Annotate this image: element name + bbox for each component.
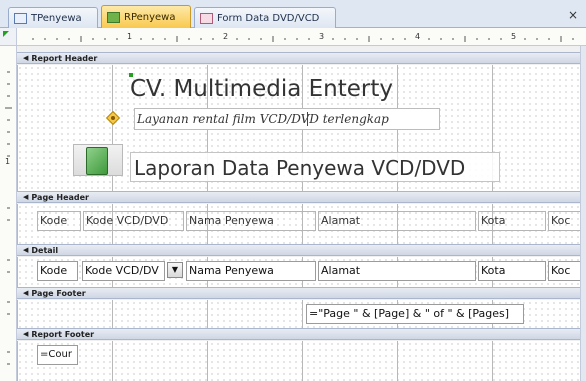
field-kota[interactable]: Kota — [478, 261, 546, 281]
section-bar-page-footer[interactable]: ◀ Page Footer — [17, 287, 586, 299]
page-number-expression[interactable]: ="Page " & [Page] & " of " & [Pages] — [306, 304, 524, 324]
chevron-down-icon[interactable]: ▼ — [167, 262, 183, 278]
header-label-kota[interactable]: Kota — [478, 211, 546, 231]
tab-rpenyewa[interactable]: RPenyewa — [101, 5, 191, 28]
header-label-kode-vcd-dvd[interactable]: Kode VCD/DVD — [83, 211, 184, 231]
vertical-scrollbar[interactable] — [580, 46, 586, 381]
ruler-number: 3 — [319, 32, 325, 41]
document-tabs: TPenyewa RPenyewa Form Data DVD/VCD × — [0, 0, 586, 28]
field-alamat[interactable]: Alamat — [318, 261, 476, 281]
ruler-number: 2 — [223, 32, 229, 41]
section-arrow-icon: ◀ — [23, 193, 29, 201]
close-icon[interactable]: × — [566, 8, 580, 22]
section-bar-report-header[interactable]: ◀ Report Header — [17, 52, 586, 64]
section-label: Report Header — [31, 53, 98, 63]
page-header-section[interactable]: Kode Kode VCD/DVD Nama Penyewa Alamat Ko… — [17, 204, 586, 244]
layout-diamond-icon[interactable] — [105, 110, 121, 126]
form-icon — [200, 12, 213, 24]
section-label: Detail — [31, 245, 59, 255]
logo-icon — [86, 147, 108, 175]
section-bar-report-footer[interactable]: ◀ Report Footer — [17, 328, 586, 340]
header-label-alamat[interactable]: Alamat — [318, 211, 476, 231]
tab-label: RPenyewa — [124, 11, 176, 23]
section-bar-page-header[interactable]: ◀ Page Header — [17, 191, 586, 203]
table-icon — [14, 12, 27, 24]
text-cursor-icon — [307, 112, 308, 126]
report-subtitle-label[interactable]: Layanan rental film VCD/DVD terlengkap — [134, 108, 440, 130]
report-heading-label[interactable]: Laporan Data Penyewa VCD/DVD — [130, 152, 500, 182]
horizontal-ruler: 1 2 3 4 5 — [17, 28, 586, 46]
tab-form-data-dvd-vcd[interactable]: Form Data DVD/VCD — [194, 7, 336, 28]
report-header-section[interactable]: CV. Multimedia Enterty Layanan rental fi… — [17, 65, 586, 191]
tab-label: Form Data DVD/VCD — [217, 12, 320, 24]
tab-tpenyewa[interactable]: TPenyewa — [8, 7, 98, 28]
report-design-surface[interactable]: ◀ Report Header CV. Multimedia Enterty L… — [17, 46, 586, 381]
report-icon — [107, 11, 120, 23]
field-nama-penyewa[interactable]: Nama Penyewa — [186, 261, 316, 281]
page-footer-section[interactable]: ="Page " & [Page] & " of " & [Pages] — [17, 300, 586, 328]
detail-section[interactable]: Kode Kode VCD/DV ▼ Nama Penyewa Alamat K… — [17, 257, 586, 287]
ruler-ticks — [32, 36, 574, 42]
section-bar-detail[interactable]: ◀ Detail — [17, 244, 586, 256]
tab-label: TPenyewa — [31, 12, 82, 24]
ruler-number: 5 — [511, 32, 517, 41]
section-arrow-icon: ◀ — [23, 289, 29, 297]
section-label: Report Footer — [31, 329, 95, 339]
section-label: Page Header — [31, 192, 89, 202]
report-title-label[interactable]: CV. Multimedia Enterty — [130, 74, 434, 104]
section-label: Page Footer — [31, 288, 86, 298]
header-label-kode[interactable]: Kode — [37, 211, 81, 231]
vruler-ticks — [5, 71, 12, 365]
vertical-ruler: 1 — [0, 46, 17, 381]
ruler-number: 1 — [127, 32, 133, 41]
section-arrow-icon: ◀ — [23, 54, 29, 62]
section-arrow-icon: ◀ — [23, 246, 29, 254]
diamond-dot — [111, 116, 115, 120]
ruler-number: 1 — [5, 157, 11, 166]
report-logo-image[interactable] — [73, 144, 123, 176]
field-kode-vcd-dvd[interactable]: Kode VCD/DV — [82, 261, 165, 281]
ruler-corner[interactable] — [0, 28, 17, 46]
header-label-nama-penyewa[interactable]: Nama Penyewa — [186, 211, 316, 231]
ruler-number: 4 — [415, 32, 421, 41]
count-expression-field[interactable]: =Cour — [37, 345, 78, 365]
field-kode[interactable]: Kode — [37, 261, 78, 281]
section-arrow-icon: ◀ — [23, 330, 29, 338]
report-footer-section[interactable]: =Cour — [17, 341, 586, 381]
